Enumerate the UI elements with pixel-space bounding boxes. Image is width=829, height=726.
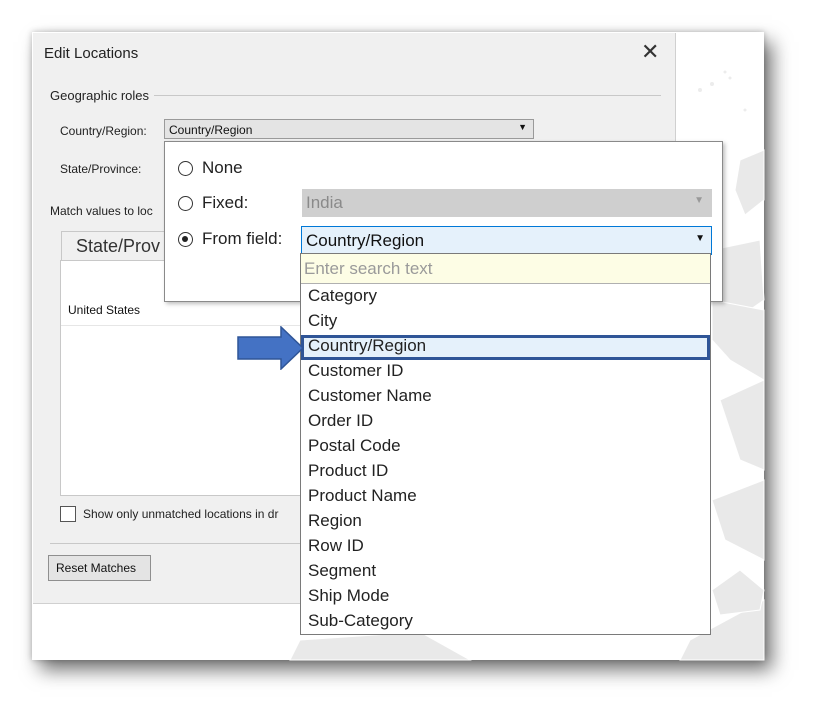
from-field-label: From field: (202, 229, 283, 248)
reset-matches-button[interactable]: Reset Matches (48, 555, 151, 581)
search-input[interactable]: Enter search text (301, 254, 710, 284)
fixed-label: Fixed: (202, 193, 249, 212)
from-field-select[interactable]: Country/Region ▼ (301, 226, 712, 255)
field-option-category[interactable]: Category (301, 285, 710, 310)
none-radio[interactable] (178, 161, 193, 176)
country-region-value: Country/Region (169, 123, 253, 137)
show-unmatched-label: Show only unmatched locations in dr (83, 507, 279, 521)
chevron-down-icon: ▼ (694, 195, 704, 206)
grid-cell[interactable]: United States (68, 303, 140, 317)
field-option-city[interactable]: City (301, 310, 710, 335)
field-option-customer-id[interactable]: Customer ID (301, 360, 710, 385)
field-option-segment[interactable]: Segment (301, 560, 710, 585)
field-option-row-id[interactable]: Row ID (301, 535, 710, 560)
field-option-postal-code[interactable]: Postal Code (301, 435, 710, 460)
fixed-radio[interactable] (178, 196, 193, 211)
arrow-right-icon (237, 326, 305, 370)
fixed-country-value: India (306, 193, 343, 212)
geographic-roles-label: Geographic roles (50, 88, 149, 103)
country-region-select[interactable]: Country/Region ▼ (164, 119, 534, 139)
field-option-customer-name[interactable]: Customer Name (301, 385, 710, 410)
field-option-product-id[interactable]: Product ID (301, 460, 710, 485)
field-option-order-id[interactable]: Order ID (301, 410, 710, 435)
field-option-country-region[interactable]: Country/Region (301, 335, 710, 360)
section-divider (154, 95, 661, 96)
field-option-region[interactable]: Region (301, 510, 710, 535)
country-region-label: Country/Region: (60, 124, 147, 138)
state-province-label: State/Province: (60, 162, 142, 176)
match-values-label: Match values to loc (50, 204, 153, 218)
none-label: None (202, 158, 243, 177)
show-unmatched-checkbox[interactable] (60, 506, 76, 522)
chevron-down-icon: ▼ (695, 233, 705, 244)
close-icon[interactable]: ✕ (641, 41, 659, 63)
field-option-ship-mode[interactable]: Ship Mode (301, 585, 710, 610)
field-option-product-name[interactable]: Product Name (301, 485, 710, 510)
field-dropdown-list: Enter search text Category City Country/… (300, 253, 711, 635)
dialog-title: Edit Locations (44, 45, 139, 62)
chevron-down-icon: ▼ (518, 122, 527, 132)
field-option-sub-category[interactable]: Sub-Category (301, 610, 710, 635)
from-field-value: Country/Region (306, 231, 425, 250)
from-field-radio[interactable] (178, 232, 193, 247)
fixed-country-select[interactable]: India ▼ (302, 189, 712, 217)
